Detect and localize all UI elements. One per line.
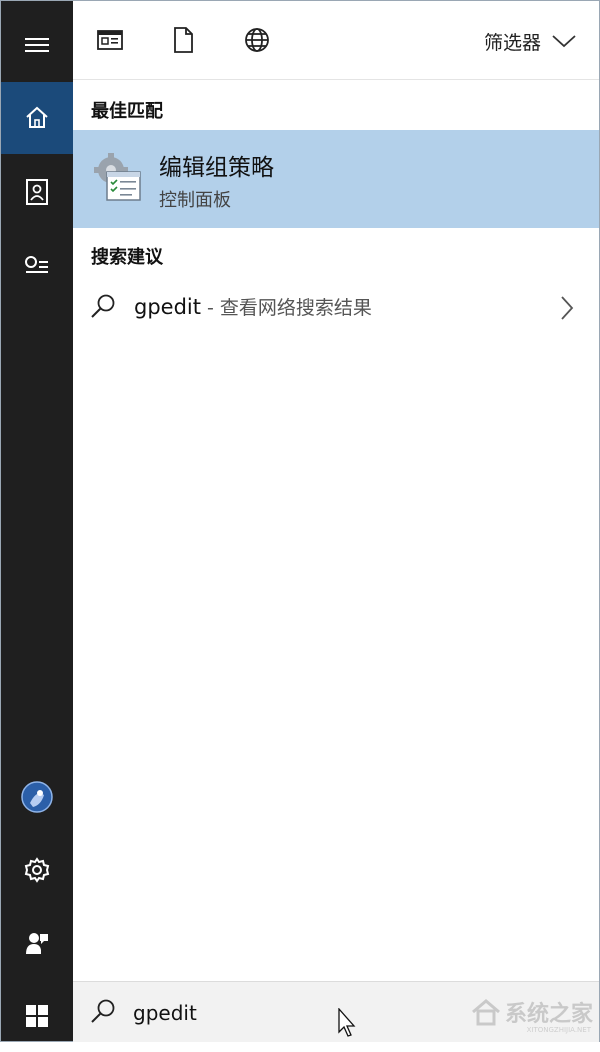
watermark-text: 系统之家 xyxy=(504,1002,593,1027)
home-button[interactable] xyxy=(1,82,73,154)
apps-icon xyxy=(97,30,123,50)
chevron-down-icon xyxy=(552,35,576,48)
notebook-button[interactable] xyxy=(1,156,73,228)
search-icon xyxy=(91,294,115,318)
best-match-result[interactable]: 编辑组策略 控制面板 xyxy=(73,130,599,228)
mouse-cursor-icon xyxy=(338,1008,356,1037)
suggestion-hint: - 查看网络搜索结果 xyxy=(200,297,372,319)
filter-dropdown[interactable]: 筛选器 xyxy=(484,27,577,55)
suggestions-heading: 搜索建议 xyxy=(91,247,163,268)
settings-button[interactable] xyxy=(1,834,73,906)
documents-icon xyxy=(174,27,193,53)
search-icon xyxy=(91,999,115,1023)
best-match-subtitle: 控制面板 xyxy=(159,190,231,211)
interests-icon xyxy=(25,256,48,273)
hamburger-icon xyxy=(25,38,49,52)
filter-toolbar: 筛选器 xyxy=(73,1,599,80)
suggestion-query: gpedit xyxy=(134,295,201,319)
web-filter-button[interactable] xyxy=(242,25,272,55)
best-match-heading: 最佳匹配 xyxy=(91,101,163,122)
group-policy-icon xyxy=(94,153,141,201)
feedback-icon xyxy=(26,933,48,954)
start-button[interactable] xyxy=(1,980,73,1052)
avatar xyxy=(21,781,53,813)
menu-button[interactable] xyxy=(1,9,73,81)
feedback-button[interactable] xyxy=(1,907,73,979)
watermark-logo-icon xyxy=(472,999,500,1026)
interests-button[interactable] xyxy=(1,228,73,300)
filter-label: 筛选器 xyxy=(483,31,541,54)
search-box: 系统之家 XITONGZHIJIA.NET xyxy=(73,981,599,1042)
watermark: 系统之家 XITONGZHIJIA.NET xyxy=(471,996,593,1034)
best-match-title: 编辑组策略 xyxy=(159,155,274,181)
documents-filter-button[interactable] xyxy=(168,25,198,55)
windows-icon xyxy=(26,1005,48,1027)
search-panel: 筛选器 最佳匹配 编辑组策略 控制面板 搜索建议 gpedit - 查看网络搜索… xyxy=(73,1,599,1042)
left-rail xyxy=(1,1,73,1041)
web-suggestion-item[interactable]: gpedit - 查看网络搜索结果 xyxy=(73,279,599,337)
home-icon xyxy=(26,106,48,128)
web-icon xyxy=(245,28,269,52)
chevron-right-icon xyxy=(561,296,574,320)
gear-icon xyxy=(24,857,50,883)
search-input[interactable] xyxy=(131,996,435,1030)
watermark-subtext: XITONGZHIJIA.NET xyxy=(526,1026,591,1034)
suggestion-text: gpedit - 查看网络搜索结果 xyxy=(134,293,372,320)
account-button[interactable] xyxy=(1,761,73,833)
notebook-icon xyxy=(26,179,48,205)
apps-filter-button[interactable] xyxy=(95,25,125,55)
